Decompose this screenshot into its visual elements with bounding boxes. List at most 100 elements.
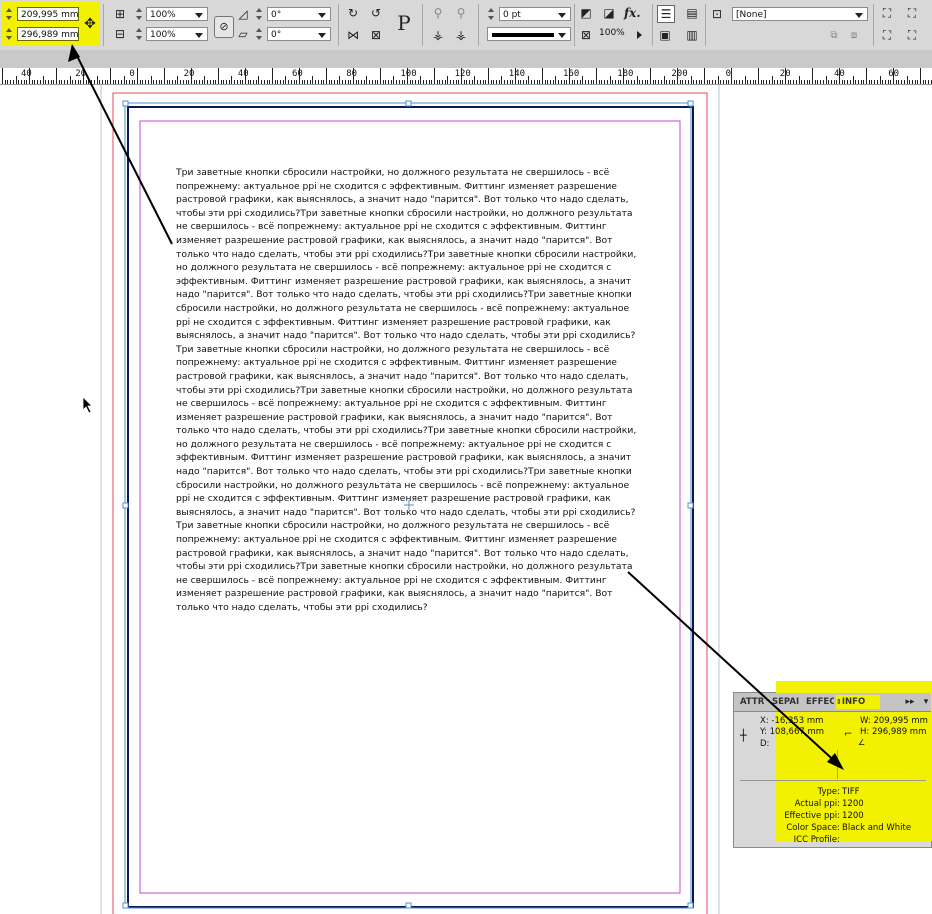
panel-menu-icon[interactable]: ▾ (918, 694, 932, 710)
ruler-tick (37, 80, 38, 84)
fit-proportional-icon[interactable]: ⛶ (879, 27, 895, 43)
clear-attributes-icon[interactable]: ⧈ (846, 28, 862, 44)
rotate-field[interactable]: 0° (267, 7, 331, 21)
ruler-tick (377, 80, 378, 84)
ruler-tick (518, 80, 519, 84)
rotate-stepper[interactable] (255, 7, 263, 21)
type-label: Type: (817, 787, 840, 797)
scale-x-field[interactable]: 100% (146, 7, 208, 21)
ruler-tick (380, 68, 381, 84)
text-frame-icon[interactable]: P (393, 10, 415, 36)
ruler-tick (329, 80, 330, 84)
text-wrap-none-icon[interactable]: ☰ (657, 5, 675, 23)
ruler-tick (288, 80, 289, 84)
height-field[interactable]: 296,989 mm (17, 27, 79, 41)
flip-vertical-icon[interactable]: ⊠ (368, 27, 384, 43)
ruler-tick (626, 80, 627, 84)
scale-x-stepper[interactable] (135, 7, 143, 21)
ruler-tick (429, 80, 430, 84)
tab-effects[interactable]: EFFEC (806, 695, 834, 709)
ruler-tick (110, 68, 111, 84)
ruler-tick (137, 68, 138, 84)
ruler-tick (388, 80, 389, 84)
select-previous-icon[interactable]: ⚶ (430, 27, 446, 43)
info-x: X: -16,353 mm (760, 716, 824, 726)
opacity-value[interactable]: 100% (599, 28, 625, 38)
body-text-frame[interactable]: Три заветные кнопки сбросили настройки, … (176, 166, 646, 615)
ruler-tick (669, 80, 670, 84)
ruler-tick (383, 80, 384, 84)
ruler-tick (234, 80, 235, 84)
select-next-icon[interactable]: ⚶ (453, 27, 469, 43)
select-content-icon[interactable]: ⚲ (453, 5, 469, 21)
ruler-tick (920, 68, 921, 84)
ruler-tick (26, 80, 27, 84)
ruler-tick (604, 80, 605, 84)
ruler-tick (223, 80, 224, 84)
scale-y-stepper[interactable] (135, 27, 143, 41)
tab-attributes[interactable]: ATTR (740, 695, 768, 709)
fit-content-icon[interactable]: ⛶ (879, 5, 895, 21)
width-stepper[interactable] (5, 7, 13, 21)
tab-info[interactable]: ⇕INFO (836, 695, 880, 709)
ruler-tick (474, 76, 475, 84)
ruler-tick (442, 80, 443, 84)
fill-proportional-icon[interactable]: ⛶ (904, 27, 920, 43)
tab-separations[interactable]: SEPAI (772, 695, 802, 709)
ruler-tick (142, 80, 143, 84)
width-field[interactable]: 209,995 mm (17, 7, 79, 21)
scale-y-field[interactable]: 100% (146, 27, 208, 41)
stroke-type-dropdown[interactable] (487, 27, 571, 41)
text-wrap-bbox-icon[interactable]: ▤ (684, 5, 700, 21)
ruler-tick (750, 80, 751, 84)
opacity-arrow-icon[interactable] (637, 31, 642, 39)
ruler-tick (550, 80, 551, 84)
ruler-tick (258, 76, 259, 84)
ruler-tick (501, 76, 502, 84)
shear-field[interactable]: 0° (267, 27, 331, 41)
panel-collapse-icon[interactable]: ▸▸ (902, 694, 918, 710)
scale-y-icon: ⊟ (114, 27, 126, 41)
ruler-tick (680, 80, 681, 84)
effects-icon[interactable]: fx. (624, 5, 641, 21)
ruler-tick (615, 80, 616, 84)
opacity-icon: ⊠ (580, 28, 592, 42)
chain-link-icon[interactable]: ✥ (82, 16, 98, 32)
ruler-tick (310, 80, 311, 84)
ruler-tick (858, 80, 859, 84)
ruler-tick (94, 80, 95, 84)
clear-overrides-icon[interactable]: ⧉ (826, 28, 842, 44)
constrain-proportions-icon[interactable]: ⊘ (214, 16, 234, 38)
ruler-tick (736, 80, 737, 84)
text-wrap-jump-icon[interactable]: ▥ (684, 27, 700, 43)
ruler-tick (199, 80, 200, 84)
stroke-weight-stepper[interactable] (487, 7, 495, 21)
select-container-icon[interactable]: ⚲ (430, 5, 446, 21)
horizontal-ruler[interactable]: 4020020406080100120140160180200020406080 (0, 68, 932, 85)
drop-shadow-icon[interactable]: ◩ (578, 5, 594, 21)
ruler-tick (909, 80, 910, 84)
ruler-tick (688, 80, 689, 84)
ruler-tick (561, 80, 562, 84)
ruler-tick (86, 80, 87, 84)
height-stepper[interactable] (5, 27, 13, 41)
ruler-tick (97, 76, 98, 84)
ruler-tick (237, 80, 238, 84)
stroke-weight-field[interactable]: 0 pt (499, 7, 571, 21)
shear-stepper[interactable] (255, 27, 263, 41)
shadow-icon[interactable]: ◪ (601, 5, 617, 21)
object-style-icon: ⊡ (711, 7, 723, 21)
ruler-tick (788, 80, 789, 84)
ruler-tick (674, 80, 675, 84)
ruler-tick (653, 80, 654, 84)
fit-frame-icon[interactable]: ⛶ (904, 5, 920, 21)
actual-ppi-value: 1200 (842, 799, 864, 809)
rotate-ccw-icon[interactable]: ↺ (368, 5, 384, 21)
rotate-cw-icon[interactable]: ↻ (345, 5, 361, 21)
ruler-tick (256, 80, 257, 84)
flip-horizontal-icon[interactable]: ⋈ (345, 27, 361, 43)
text-wrap-shape-icon[interactable]: ▣ (657, 27, 673, 43)
ruler-tick (410, 80, 411, 84)
object-style-dropdown[interactable]: [None] (732, 7, 868, 21)
ruler-tick (312, 76, 313, 84)
